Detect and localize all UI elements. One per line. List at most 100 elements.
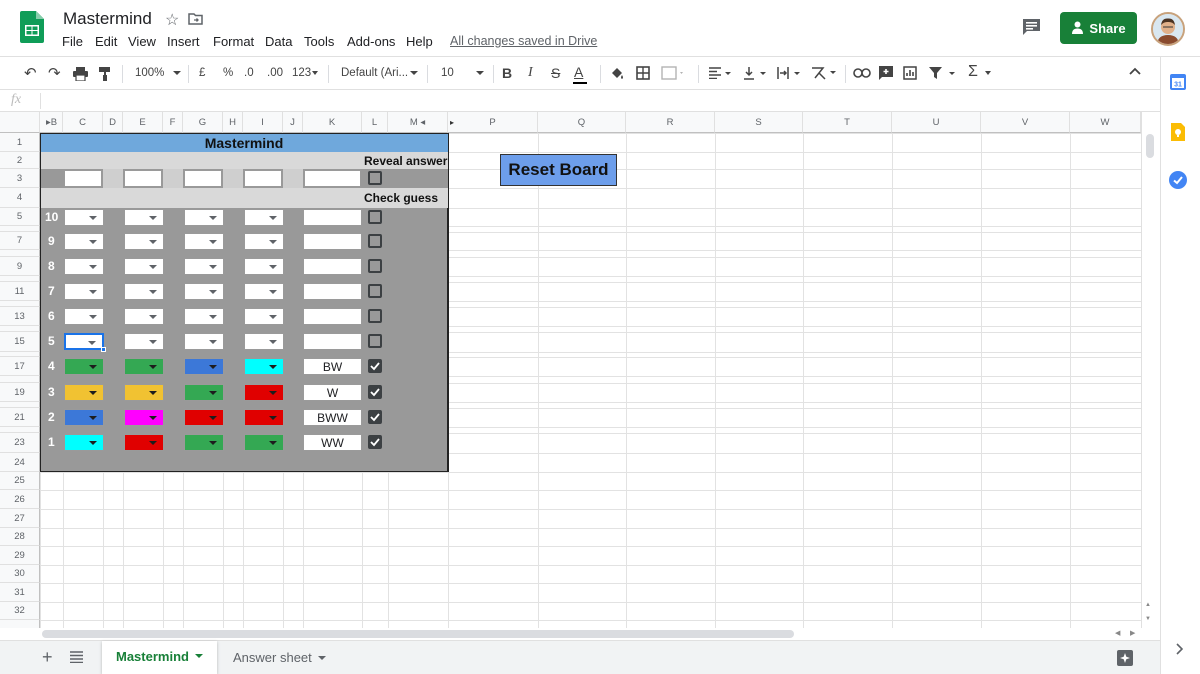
column-header[interactable]: Q (538, 112, 626, 133)
row-header[interactable]: 29 (0, 546, 40, 565)
keep-icon[interactable] (1171, 123, 1185, 141)
peg-dropdown[interactable] (124, 283, 164, 300)
peg-dropdown[interactable] (64, 434, 104, 451)
expand-panel-icon[interactable] (1175, 643, 1183, 655)
document-title[interactable]: Mastermind (63, 9, 152, 29)
reset-board-button[interactable]: Reset Board (500, 154, 617, 186)
filter-icon[interactable] (929, 66, 959, 80)
zoom-caret-icon[interactable] (173, 71, 181, 75)
format-currency[interactable]: £ (199, 67, 205, 79)
peg-dropdown[interactable] (244, 283, 284, 300)
formula-input[interactable] (46, 94, 1146, 108)
sheet-tab-answer-sheet[interactable]: Answer sheet (219, 641, 340, 674)
peg-dropdown[interactable] (184, 233, 224, 250)
peg-dropdown[interactable] (64, 258, 104, 275)
chevron-down-icon[interactable] (149, 416, 157, 420)
save-status[interactable]: All changes saved in Drive (450, 34, 597, 48)
peg-dropdown[interactable] (124, 384, 164, 401)
peg-dropdown[interactable] (184, 258, 224, 275)
menu-file[interactable]: File (62, 34, 83, 49)
row-header[interactable]: 28 (0, 528, 40, 546)
decrease-decimal[interactable]: .0 (244, 67, 254, 79)
paint-format-icon[interactable] (99, 67, 111, 81)
horizontal-scroll-thumb[interactable] (42, 630, 794, 638)
sheets-logo-icon[interactable] (20, 11, 44, 43)
font-caret-icon[interactable] (410, 71, 418, 75)
answer-feedback-slot[interactable] (304, 170, 361, 187)
functions-icon[interactable]: Σ (968, 63, 978, 81)
row-header[interactable]: 1 (0, 133, 40, 152)
insert-link-icon[interactable] (853, 68, 871, 78)
peg-dropdown[interactable] (244, 409, 284, 426)
column-header[interactable]: J (283, 112, 303, 133)
peg-dropdown[interactable] (124, 409, 164, 426)
column-header[interactable]: F (163, 112, 183, 133)
chevron-down-icon[interactable] (149, 265, 157, 269)
chevron-down-icon[interactable] (269, 315, 277, 319)
chevron-down-icon[interactable] (269, 441, 277, 445)
answer-peg-slot[interactable] (184, 170, 222, 187)
peg-dropdown[interactable] (64, 308, 104, 325)
insert-chart-icon[interactable] (903, 66, 917, 80)
merge-cells-icon[interactable] (661, 66, 683, 80)
zoom-select[interactable]: 100% (135, 67, 164, 79)
column-header[interactable]: V (981, 112, 1070, 133)
chevron-down-icon[interactable] (149, 391, 157, 395)
chevron-down-icon[interactable] (89, 441, 97, 445)
chevron-down-icon[interactable] (89, 240, 97, 244)
row-header[interactable]: 21 (0, 408, 40, 427)
more-formats[interactable]: 123 (292, 67, 311, 79)
menu-data[interactable]: Data (265, 34, 292, 49)
avatar[interactable] (1151, 12, 1185, 46)
check-guess-checkbox[interactable] (368, 284, 382, 298)
calendar-icon[interactable]: 31 (1170, 74, 1186, 90)
peg-dropdown[interactable] (124, 233, 164, 250)
chevron-down-icon[interactable] (269, 290, 277, 294)
row-header[interactable]: 7 (0, 232, 40, 250)
check-guess-checkbox[interactable] (368, 385, 382, 399)
peg-dropdown[interactable] (244, 209, 284, 226)
chevron-down-icon[interactable] (269, 240, 277, 244)
check-guess-checkbox[interactable] (368, 210, 382, 224)
peg-dropdown[interactable] (64, 209, 104, 226)
peg-dropdown[interactable] (124, 358, 164, 375)
chevron-down-icon[interactable] (149, 240, 157, 244)
peg-dropdown[interactable] (184, 409, 224, 426)
chevron-down-icon[interactable] (269, 416, 277, 420)
tab-caret-icon[interactable] (317, 655, 326, 660)
row-header[interactable]: 24 (0, 453, 40, 472)
peg-dropdown[interactable] (244, 358, 284, 375)
chevron-down-icon[interactable] (209, 290, 217, 294)
font-size-caret-icon[interactable] (476, 71, 484, 75)
peg-dropdown[interactable] (184, 384, 224, 401)
peg-dropdown[interactable] (124, 333, 164, 350)
peg-dropdown[interactable] (244, 233, 284, 250)
answer-peg-slot[interactable] (244, 170, 282, 187)
sheet-tab-mastermind[interactable]: Mastermind (102, 641, 217, 674)
chevron-down-icon[interactable] (89, 416, 97, 420)
peg-dropdown[interactable] (244, 258, 284, 275)
column-header[interactable]: W (1070, 112, 1141, 133)
peg-dropdown[interactable] (64, 384, 104, 401)
peg-dropdown[interactable] (124, 258, 164, 275)
collapse-menus-icon[interactable] (1129, 67, 1141, 75)
chevron-down-icon[interactable] (89, 365, 97, 369)
scroll-up-icon[interactable]: ▲ (1145, 602, 1151, 608)
row-header[interactable] (0, 376, 40, 383)
row-header[interactable]: 31 (0, 583, 40, 602)
chevron-down-icon[interactable] (209, 441, 217, 445)
chevron-down-icon[interactable] (89, 391, 97, 395)
peg-dropdown[interactable] (64, 358, 104, 375)
peg-dropdown[interactable] (184, 308, 224, 325)
redo-icon[interactable]: ↷ (48, 64, 61, 82)
answer-peg-slot[interactable] (64, 170, 102, 187)
peg-dropdown[interactable] (64, 333, 106, 352)
star-icon[interactable]: ☆ (165, 10, 179, 30)
column-header[interactable]: I (243, 112, 283, 133)
peg-dropdown[interactable] (124, 434, 164, 451)
row-header[interactable]: 2 (0, 152, 40, 169)
formats-caret-icon[interactable] (312, 71, 318, 75)
italic-button[interactable]: I (528, 65, 533, 81)
check-guess-checkbox[interactable] (368, 435, 382, 449)
row-header[interactable]: 5 (0, 208, 40, 226)
